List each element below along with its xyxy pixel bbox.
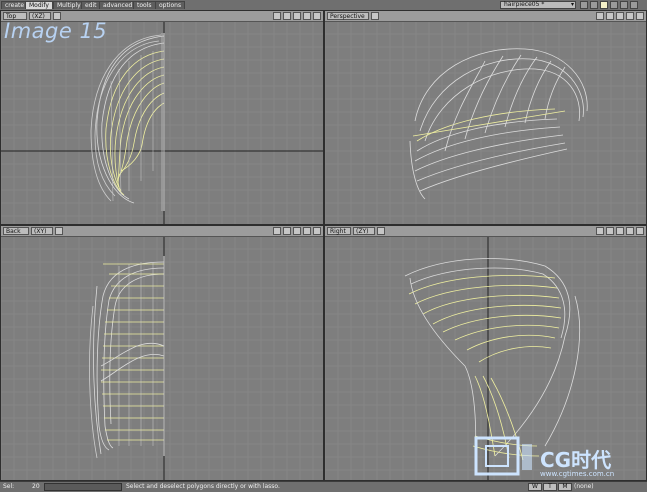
viewport-right-btn-4[interactable] [626,227,634,235]
object-selector-value: hairpiece05 * [504,1,545,8]
viewport-right-btn-5[interactable] [636,227,644,235]
viewport-perspective-btn-5[interactable] [636,12,644,20]
viewport-right-label[interactable]: Right [327,227,351,235]
viewport-back-menu-button[interactable] [55,227,63,235]
viewport-right-btn-3[interactable] [616,227,624,235]
tab-options[interactable]: options [155,1,186,9]
viewport-perspective-menu-button[interactable] [371,12,379,20]
viewport-back-label[interactable]: Back [3,227,29,235]
grid [325,20,646,224]
viewport-back-axis[interactable]: (XY) [31,227,53,235]
status-progress-field [44,483,122,491]
tab-tools[interactable]: tools [133,1,156,9]
selection-count: 20 [32,483,40,490]
viewport-perspective-btn-1[interactable] [596,12,604,20]
viewport-back-btn-3[interactable] [293,227,301,235]
viewport-perspective-btn-3[interactable] [616,12,624,20]
watermark-url: www.cgtimes.com.cn [540,470,615,478]
status-bar: Sel: 20 Select and deselect polygons dir… [0,481,647,492]
tab-create[interactable]: create [1,1,29,9]
overlay-title: Image 15 [4,19,108,43]
viewport-right-btn-2[interactable] [606,227,614,235]
viewport-back-canvas[interactable] [1,226,324,481]
wireframe-mesh [89,256,165,459]
layer-toggle-4[interactable] [610,1,618,9]
viewport-back-header: Back (XY) [1,226,323,237]
viewport-back-btn-2[interactable] [283,227,291,235]
viewport-top-btn-1[interactable] [273,12,281,20]
layer-toggle-1[interactable] [580,1,588,9]
viewport-right-axis[interactable]: (ZY) [353,227,375,235]
layer-toggle-2[interactable] [590,1,598,9]
watermark-text: CG时代 [540,448,612,472]
wireframe-mesh [90,33,165,211]
viewport-perspective-header: Perspective [325,11,646,22]
viewport-top-btn-3[interactable] [293,12,301,20]
viewport-top-btn-5[interactable] [313,12,321,20]
viewport-right-header: Right (ZY) [325,226,646,237]
selection-label: Sel: [3,483,15,490]
tab-multiply[interactable]: Multiply [53,1,85,9]
viewport-top-btn-2[interactable] [283,12,291,20]
viewport-perspective[interactable]: Perspective [324,10,647,225]
viewport-back-btn-5[interactable] [313,227,321,235]
layer-toggle-5[interactable] [620,1,628,9]
viewport-perspective-btn-4[interactable] [626,12,634,20]
tab-edit[interactable]: edit [81,1,101,9]
object-selector[interactable]: hairpiece05 * ▾ [500,1,576,9]
texture-button[interactable]: T [543,483,557,491]
viewport-back[interactable]: Back (XY) [0,225,324,481]
viewport-perspective-canvas[interactable] [325,11,647,225]
grid [1,235,323,480]
viewport-right-menu-button[interactable] [377,227,385,235]
viewport-top-canvas[interactable] [1,11,324,225]
viewport-back-btn-4[interactable] [303,227,311,235]
wireframe-button[interactable]: W [528,483,542,491]
tab-advanced[interactable]: advanced [99,1,137,9]
layer-toggle-6[interactable] [630,1,638,9]
layer-toggle-3[interactable] [600,1,608,9]
viewport-perspective-label[interactable]: Perspective [327,12,369,20]
viewport-back-btn-1[interactable] [273,227,281,235]
chevron-down-icon: ▾ [570,1,574,8]
viewport-right-btn-1[interactable] [596,227,604,235]
viewport-top-btn-4[interactable] [303,12,311,20]
status-message: Select and deselect polygons directly or… [126,483,280,490]
wireframe-mesh [409,48,588,200]
tab-modify[interactable]: Modify [25,1,53,9]
layer-name[interactable]: (none) [574,483,594,491]
material-button[interactable]: M [558,483,572,491]
viewport-perspective-btn-2[interactable] [606,12,614,20]
